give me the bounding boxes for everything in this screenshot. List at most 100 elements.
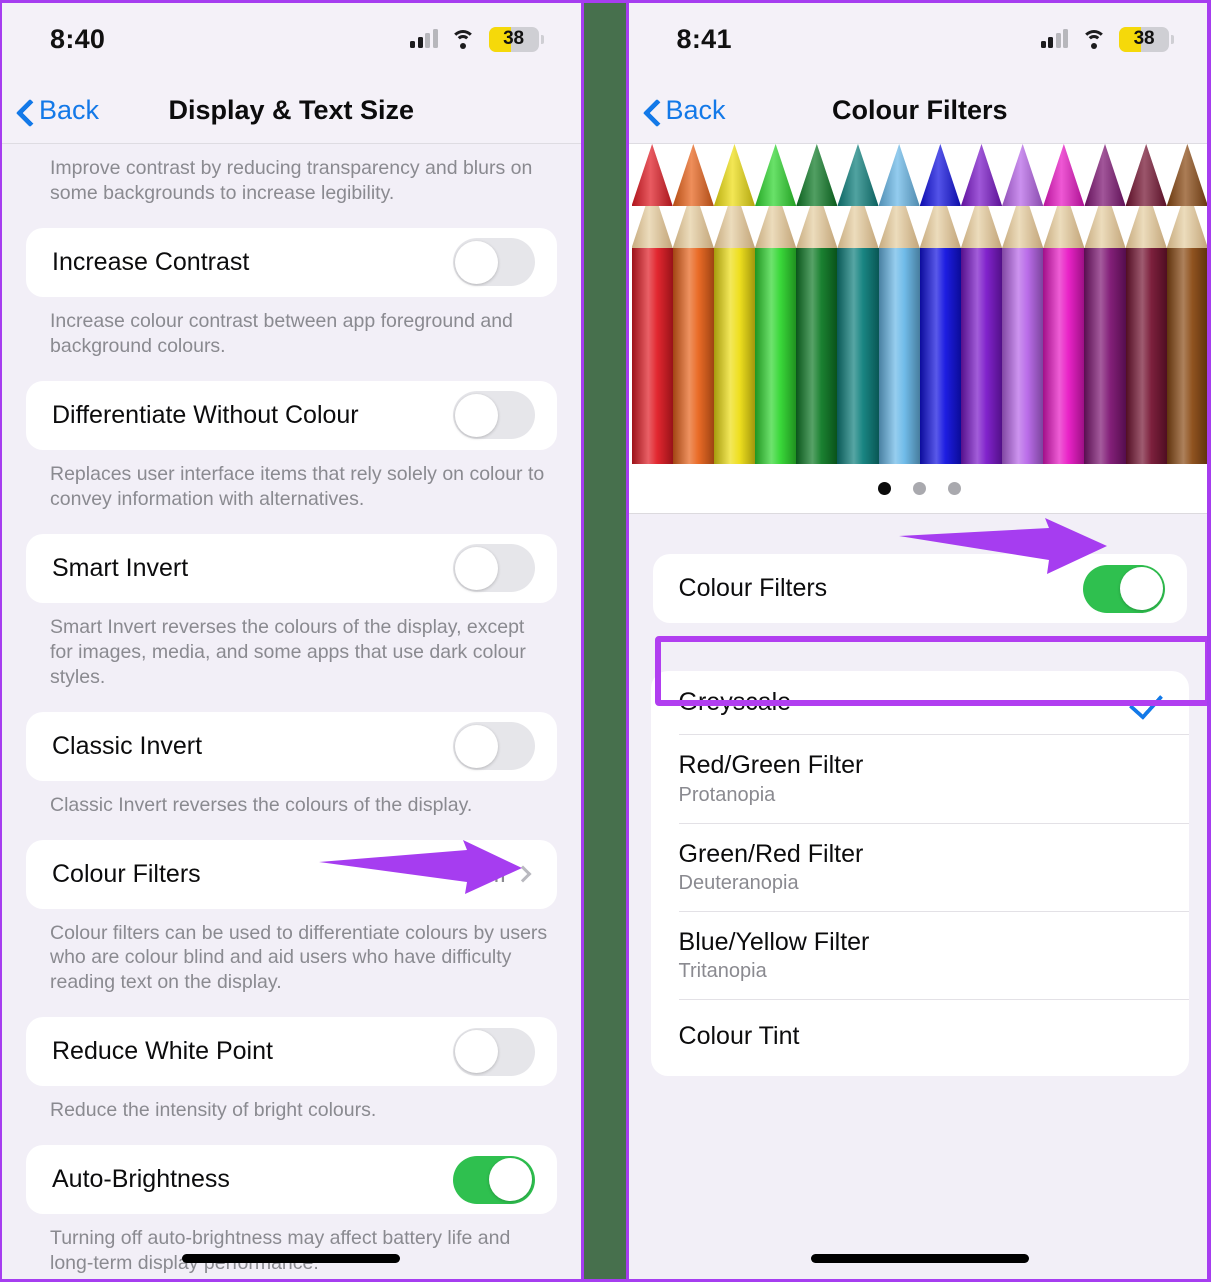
colour-filters-value: Off — [473, 859, 507, 888]
status-time: 8:40 — [50, 23, 106, 54]
section-footnote: Classic Invert reverses the colours of t… — [50, 793, 473, 816]
row-colour-filters[interactable]: Colour Filters Off — [26, 839, 557, 909]
classic-invert-toggle[interactable] — [452, 722, 535, 771]
left-settings-list[interactable]: Improve contrast by reducing transparenc… — [2, 144, 581, 1282]
pencil-11 — [1043, 144, 1085, 464]
section-footnote: Replaces user interface items that rely … — [50, 462, 545, 510]
panel-divider — [580, 0, 629, 1282]
toggle-knob — [455, 724, 499, 768]
pencil-10 — [1002, 144, 1044, 464]
pencil-12 — [1084, 144, 1126, 464]
left-phone-screen: 8:40 38 Back Display & Text Size Improve… — [2, 0, 581, 1282]
pencil-body — [960, 248, 1003, 464]
pencil-1 — [631, 144, 673, 464]
filter-option-green-red[interactable]: Green/Red Filter Deuteranopia — [651, 822, 1189, 911]
toggle-knob — [489, 1158, 533, 1202]
row-reduce-white-point[interactable]: Reduce White Point — [26, 1017, 557, 1087]
smart-invert-toggle[interactable] — [452, 544, 535, 593]
page-dots[interactable] — [628, 464, 1211, 514]
colour-filters-toggle[interactable] — [1083, 564, 1165, 613]
pencil-wood — [1002, 206, 1044, 248]
row-smart-invert[interactable]: Smart Invert — [26, 533, 557, 603]
pencil-body — [755, 248, 797, 464]
row-label: Increase Contrast — [52, 247, 250, 276]
row-label: Auto-Brightness — [52, 1165, 230, 1194]
pencil-7 — [878, 144, 920, 464]
option-subtitle: Protanopia — [678, 783, 776, 806]
pencil-wood — [919, 206, 961, 248]
pencil-tip — [672, 144, 714, 206]
row-differentiate-without-colour[interactable]: Differentiate Without Colour — [26, 380, 557, 450]
screenshot-stage: 8:40 38 Back Display & Text Size Improve… — [0, 0, 1211, 1282]
pencil-wood — [631, 206, 673, 248]
pencil-8 — [919, 144, 962, 464]
filter-option-blue-yellow[interactable]: Blue/Yellow Filter Tritanopia — [651, 910, 1189, 999]
filter-option-red-green[interactable]: Red/Green Filter Protanopia — [651, 734, 1189, 822]
filter-option-greyscale[interactable]: Greyscale — [651, 671, 1189, 734]
pencil-tip — [919, 144, 961, 206]
row-classic-invert[interactable]: Classic Invert — [26, 711, 557, 781]
chevron-left-icon — [16, 102, 34, 120]
pencil-tip — [960, 144, 1003, 206]
pencil-6 — [837, 144, 879, 464]
right-nav-bar: Back Colour Filters — [628, 78, 1211, 144]
pencil-tip — [1002, 144, 1044, 206]
option-subtitle: Tritanopia — [678, 960, 767, 982]
back-button[interactable]: Back — [629, 95, 726, 126]
back-label: Back — [39, 95, 100, 125]
section-footnote: Reduce the intensity of bright colours. — [50, 1099, 377, 1122]
toggle-knob — [455, 393, 499, 437]
battery-icon: 38 — [1119, 26, 1174, 52]
pencil-body — [1043, 248, 1085, 464]
row-label: Colour Filters — [678, 574, 828, 602]
row-label: Reduce White Point — [52, 1037, 273, 1066]
increase-contrast-toggle[interactable] — [452, 238, 535, 287]
pencil-tip — [631, 144, 673, 206]
row-increase-contrast[interactable]: Increase Contrast — [26, 227, 557, 297]
pencil-tip — [713, 144, 756, 206]
pencil-tip — [1084, 144, 1126, 206]
filter-option-colour-tint[interactable]: Colour Tint — [651, 999, 1189, 1076]
toggle-knob — [455, 240, 499, 284]
pencil-13 — [1125, 144, 1167, 464]
option-text: Green/Red Filter Deuteranopia — [679, 839, 1163, 895]
battery-icon: 38 — [488, 26, 544, 52]
toggle-knob — [455, 546, 499, 590]
pencil-body — [1002, 248, 1044, 464]
pencil-3 — [713, 144, 756, 464]
page-dot-2[interactable] — [913, 482, 927, 495]
pencil-tip — [1125, 144, 1167, 206]
auto-brightness-toggle[interactable] — [452, 1155, 535, 1204]
left-status-bar: 8:40 38 — [2, 0, 581, 78]
pencil-wood — [755, 206, 797, 248]
status-icons: 38 — [1040, 26, 1174, 52]
row-colour-filters-toggle[interactable]: Colour Filters — [652, 554, 1187, 623]
check-icon — [1131, 695, 1157, 710]
right-settings-list[interactable]: Colour Filters Greyscale Red/Green Filte… — [628, 144, 1211, 1282]
coloured-pencils-preview — [628, 144, 1211, 464]
row-label: Differentiate Without Colour — [52, 400, 359, 429]
left-nav-bar: Back Display & Text Size — [2, 78, 581, 144]
page-dot-3[interactable] — [948, 482, 962, 495]
option-title: Red/Green Filter — [678, 751, 864, 780]
pencil-tip — [878, 144, 920, 206]
pencil-body — [713, 248, 756, 464]
toggle-knob — [455, 1030, 499, 1074]
differentiate-without-colour-toggle[interactable] — [452, 391, 535, 440]
row-auto-brightness[interactable]: Auto-Brightness — [26, 1145, 557, 1215]
option-title: Blue/Yellow Filter — [678, 927, 870, 956]
pencil-body — [1125, 248, 1167, 464]
section-footnote: Smart Invert reverses the colours of the… — [50, 615, 526, 688]
pencil-tip — [1166, 144, 1208, 206]
pencil-5 — [796, 144, 838, 464]
section-footnote: Colour filters can be used to differenti… — [50, 921, 548, 994]
pencil-body — [837, 248, 879, 464]
reduce-white-point-toggle[interactable] — [452, 1027, 535, 1076]
right-status-bar: 8:41 38 — [628, 0, 1211, 78]
pencil-2 — [672, 144, 715, 464]
back-button[interactable]: Back — [2, 95, 99, 126]
page-dot-1[interactable] — [878, 482, 892, 495]
filter-preview[interactable] — [628, 144, 1211, 514]
option-text: Greyscale — [679, 687, 1131, 718]
filter-options-list[interactable]: Greyscale Red/Green Filter Protanopia Gr… — [650, 671, 1189, 1077]
